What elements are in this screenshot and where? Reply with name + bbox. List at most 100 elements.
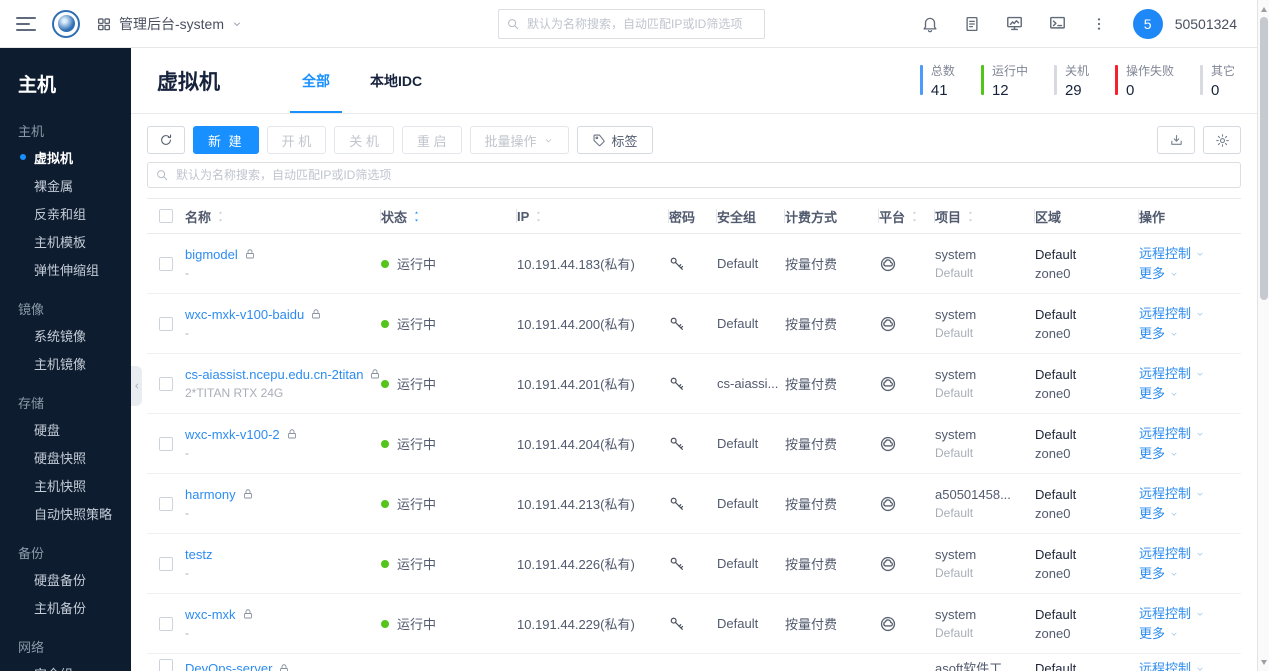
sidebar-item-auto-scaling-groups[interactable]: 弹性伸缩组 (0, 255, 131, 283)
row-checkbox[interactable] (159, 376, 173, 391)
sidebar-item-disk-backup[interactable]: 硬盘备份 (0, 565, 131, 593)
password-key-icon[interactable] (669, 496, 685, 512)
vm-name-link[interactable]: testz (185, 545, 212, 564)
region-name: Default (1035, 606, 1077, 622)
global-search-input[interactable] (498, 9, 765, 39)
tab-local-idc[interactable]: 本地IDC (350, 48, 442, 113)
password-key-icon[interactable] (669, 376, 685, 392)
scrollbar-down-arrow[interactable] (1258, 655, 1269, 669)
column-header-ip[interactable]: IP (517, 199, 669, 233)
security-group: Default (717, 436, 759, 451)
sidebar-item-virtual-machines[interactable]: 虚拟机 (0, 143, 131, 171)
sidebar-item-auto-snapshot-policy[interactable]: 自动快照策略 (0, 499, 131, 527)
remote-control-link[interactable]: 远程控制 (1139, 244, 1205, 264)
settings-button[interactable] (1203, 126, 1241, 154)
remote-control-link[interactable]: 远程控制 (1139, 484, 1205, 504)
username[interactable]: 50501324 (1175, 16, 1237, 32)
sidebar-collapse-handle[interactable] (131, 366, 142, 406)
project-name: system (935, 306, 977, 322)
more-link[interactable]: 更多 (1139, 564, 1205, 584)
region-name: Default (1035, 546, 1077, 562)
vm-name-link[interactable]: wxc-mxk (185, 605, 236, 624)
tab-all[interactable]: 全部 (282, 48, 350, 113)
remote-control-link[interactable]: 远程控制 (1139, 544, 1205, 564)
more-link[interactable]: 更多 (1139, 504, 1205, 524)
vm-name-link[interactable]: harmony (185, 485, 236, 504)
sidebar-item-host-snapshots[interactable]: 主机快照 (0, 471, 131, 499)
stat-color-bar (980, 65, 984, 95)
select-all-checkbox[interactable] (159, 209, 173, 223)
power-off-button[interactable]: 关 机 (334, 126, 394, 154)
column-header-platform[interactable]: 平台 (879, 199, 935, 233)
sidebar: 主机 主机 虚拟机 裸金属 反亲和组 主机模板 弹性伸缩组 镜像 系统镜像 主机… (0, 48, 131, 671)
vm-name-link[interactable]: DevOps-server (185, 659, 272, 671)
column-header-status[interactable]: 状态 (381, 199, 517, 233)
row-checkbox[interactable] (159, 556, 173, 571)
row-checkbox[interactable] (159, 496, 173, 511)
kebab-menu-icon[interactable] (1091, 16, 1107, 32)
more-link[interactable]: 更多 (1139, 444, 1205, 464)
remote-control-link[interactable]: 远程控制 (1139, 364, 1205, 384)
password-key-icon[interactable] (669, 556, 685, 572)
column-header-name[interactable]: 名称 (185, 199, 381, 233)
password-key-icon[interactable] (669, 616, 685, 632)
tag-button[interactable]: 标签 (576, 126, 653, 154)
vm-name-link[interactable]: wxc-mxk-v100-2 (185, 425, 280, 444)
sidebar-item-host-templates[interactable]: 主机模板 (0, 227, 131, 255)
export-button[interactable] (1157, 126, 1195, 154)
sidebar-item-anti-affinity-groups[interactable]: 反亲和组 (0, 199, 131, 227)
menu-toggle-icon[interactable] (16, 16, 36, 31)
row-checkbox[interactable] (159, 616, 173, 631)
restart-button[interactable]: 重 启 (401, 126, 462, 154)
row-checkbox[interactable] (159, 256, 173, 271)
scrollbar-thumb[interactable] (1259, 17, 1268, 300)
ip-address: 10.191.44.200(私有) (517, 317, 635, 332)
power-on-button[interactable]: 开 机 (266, 126, 327, 154)
zone-name: zone0 (1035, 625, 1071, 641)
remote-control-link[interactable]: 远程控制 (1139, 304, 1205, 324)
row-checkbox[interactable] (159, 436, 173, 451)
status-dot (381, 319, 389, 328)
password-key-icon[interactable] (669, 316, 685, 332)
remote-control-link[interactable]: 远程控制 (1139, 604, 1205, 624)
filter-bar (147, 162, 1241, 188)
security-group: Default (717, 616, 759, 631)
sidebar-item-system-images[interactable]: 系统镜像 (0, 321, 131, 349)
zone-name: zone0 (1035, 265, 1071, 281)
sidebar-item-host-backup[interactable]: 主机备份 (0, 593, 131, 621)
column-header-project[interactable]: 项目 (935, 199, 1035, 233)
sidebar-item-bare-metal[interactable]: 裸金属 (0, 171, 131, 199)
document-list-icon[interactable] (963, 15, 981, 33)
sidebar-item-disk-snapshots[interactable]: 硬盘快照 (0, 443, 131, 471)
row-checkbox[interactable] (159, 659, 173, 671)
create-button[interactable]: 新 建 (193, 126, 259, 154)
password-key-icon[interactable] (669, 256, 685, 272)
sidebar-item-security-groups[interactable]: 安全组 (0, 659, 131, 671)
refresh-button[interactable] (147, 126, 185, 154)
vm-name-link[interactable]: cs-aiassist.ncepu.edu.cn-2titan (185, 365, 363, 384)
app-logo (52, 9, 80, 38)
table-filter-input[interactable] (147, 162, 1241, 188)
more-link[interactable]: 更多 (1139, 264, 1205, 284)
password-key-icon[interactable] (669, 436, 685, 452)
vm-name-link[interactable]: bigmodel (185, 245, 238, 264)
more-link[interactable]: 更多 (1139, 384, 1205, 404)
billing-type: 按量付费 (785, 317, 838, 332)
platform-cloud-icon (879, 555, 897, 573)
batch-actions-button[interactable]: 批量操作 (469, 126, 569, 154)
project-domain: Default (935, 385, 974, 400)
more-link[interactable]: 更多 (1139, 324, 1205, 344)
terminal-icon[interactable] (1048, 14, 1067, 33)
avatar[interactable]: 5 (1132, 8, 1163, 39)
monitor-chart-icon[interactable] (1005, 14, 1024, 33)
remote-control-link[interactable]: 远程控制 (1139, 659, 1205, 671)
sidebar-item-host-images[interactable]: 主机镜像 (0, 349, 131, 377)
remote-control-link[interactable]: 远程控制 (1139, 424, 1205, 444)
row-checkbox[interactable] (159, 316, 173, 331)
workspace-switcher[interactable]: 管理后台-system (96, 14, 243, 34)
vm-name-link[interactable]: wxc-mxk-v100-baidu (185, 305, 304, 324)
scrollbar-up-arrow[interactable] (1258, 2, 1269, 16)
sidebar-item-disks[interactable]: 硬盘 (0, 415, 131, 443)
more-link[interactable]: 更多 (1139, 624, 1205, 644)
notification-bell-icon[interactable] (921, 15, 939, 33)
